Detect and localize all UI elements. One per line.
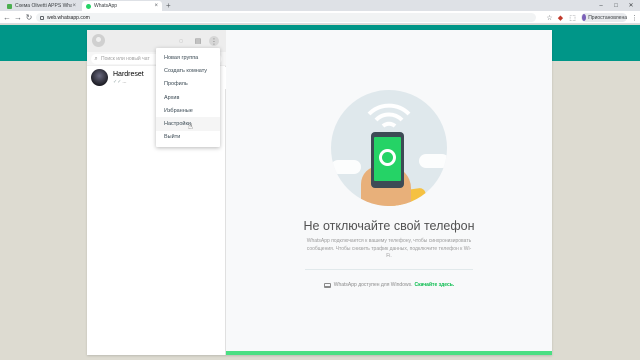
new-chat-icon[interactable]: ▤ <box>193 36 203 46</box>
wifi-icon <box>367 103 411 128</box>
green-accent-bar <box>226 351 552 355</box>
browser-tab[interactable]: Схема Olivetti APPS WhatsApp × <box>3 1 80 11</box>
browser-tab-active[interactable]: WhatsApp × <box>82 1 162 11</box>
menu-dots-icon[interactable]: ⋮ <box>209 36 219 46</box>
whatsapp-logo-icon <box>379 149 396 166</box>
lock-icon <box>40 15 44 20</box>
phone-shape <box>371 132 404 188</box>
extension-shield-icon[interactable]: ◆ <box>556 13 565 22</box>
phone-screen <box>374 137 401 181</box>
minimize-button[interactable]: – <box>594 0 608 11</box>
windows-download-line: WhatsApp доступен для Windows. Скачайте … <box>226 282 552 288</box>
laptop-icon <box>323 282 331 288</box>
tab-favicon-icon <box>7 3 12 9</box>
whatsapp-favicon-icon <box>86 3 91 9</box>
menu-item-new-group[interactable]: Новая группа <box>156 51 220 64</box>
tab-title: Схема Olivetti APPS WhatsApp <box>15 3 73 9</box>
cloud-shape <box>419 154 447 168</box>
browser-toolbar: ← → ↻ web.whatsapp.com ☆ ◆ ⬚ Приостановл… <box>0 11 640 24</box>
profile-chip[interactable]: Приостановлена <box>581 13 627 22</box>
windows-text: WhatsApp доступен для Windows. <box>333 282 413 288</box>
url-text: web.whatsapp.com <box>47 14 90 21</box>
profile-avatar <box>582 14 587 21</box>
search-icon: ⌕ <box>94 55 98 62</box>
menu-item-profile[interactable]: Профиль <box>156 78 220 91</box>
double-check-icon: ✓✓ <box>113 79 122 85</box>
intro-panel: Не отключайте свой телефон WhatsApp подк… <box>226 30 552 355</box>
hand-cursor-icon: ☝ <box>188 122 193 131</box>
maximize-button[interactable]: □ <box>609 0 623 11</box>
new-tab-button[interactable]: + <box>166 1 171 10</box>
windows-download-link[interactable]: Скачайте здесь. <box>414 282 454 288</box>
intro-description: WhatsApp подключается к вашему телефону,… <box>306 238 472 259</box>
menu-item-logout[interactable]: Выйти <box>156 131 220 144</box>
intro-title: Не отключайте свой телефон <box>303 219 475 233</box>
close-window-button[interactable]: ✕ <box>624 0 638 11</box>
address-bar[interactable]: web.whatsapp.com <box>36 13 536 22</box>
close-tab-icon[interactable]: × <box>154 3 158 9</box>
divider <box>305 269 473 270</box>
chat-name: Hardreset <box>113 71 144 78</box>
close-tab-icon[interactable]: × <box>72 3 76 9</box>
chat-avatar <box>91 69 108 86</box>
star-icon[interactable]: ☆ <box>545 13 554 22</box>
menu-item-archive[interactable]: Архив <box>156 91 220 104</box>
search-placeholder: Поиск или новый чат <box>101 56 150 62</box>
back-arrow-icon[interactable]: ← <box>2 12 12 22</box>
profile-label: Приостановлена <box>588 14 627 21</box>
browser-tab-bar: Схема Olivetti APPS WhatsApp × WhatsApp … <box>0 0 640 11</box>
extension-icon[interactable]: ⬚ <box>568 13 577 22</box>
tab-title: WhatsApp <box>94 3 118 9</box>
forward-arrow-icon[interactable]: → <box>13 12 23 22</box>
main-dropdown-menu: Новая группа Создать комнату Профиль Арх… <box>156 48 220 147</box>
status-icon[interactable]: ◌ <box>176 36 186 46</box>
chat-preview: ✓✓... <box>113 79 127 85</box>
browser-menu-icon[interactable]: ⋮ <box>630 13 639 22</box>
cloud-shape <box>331 160 361 174</box>
menu-item-create-room[interactable]: Создать комнату <box>156 64 220 77</box>
phone-illustration <box>331 90 447 206</box>
my-avatar[interactable] <box>92 34 105 47</box>
reload-icon[interactable]: ↻ <box>24 12 34 22</box>
menu-item-starred[interactable]: Избранные <box>156 104 220 117</box>
